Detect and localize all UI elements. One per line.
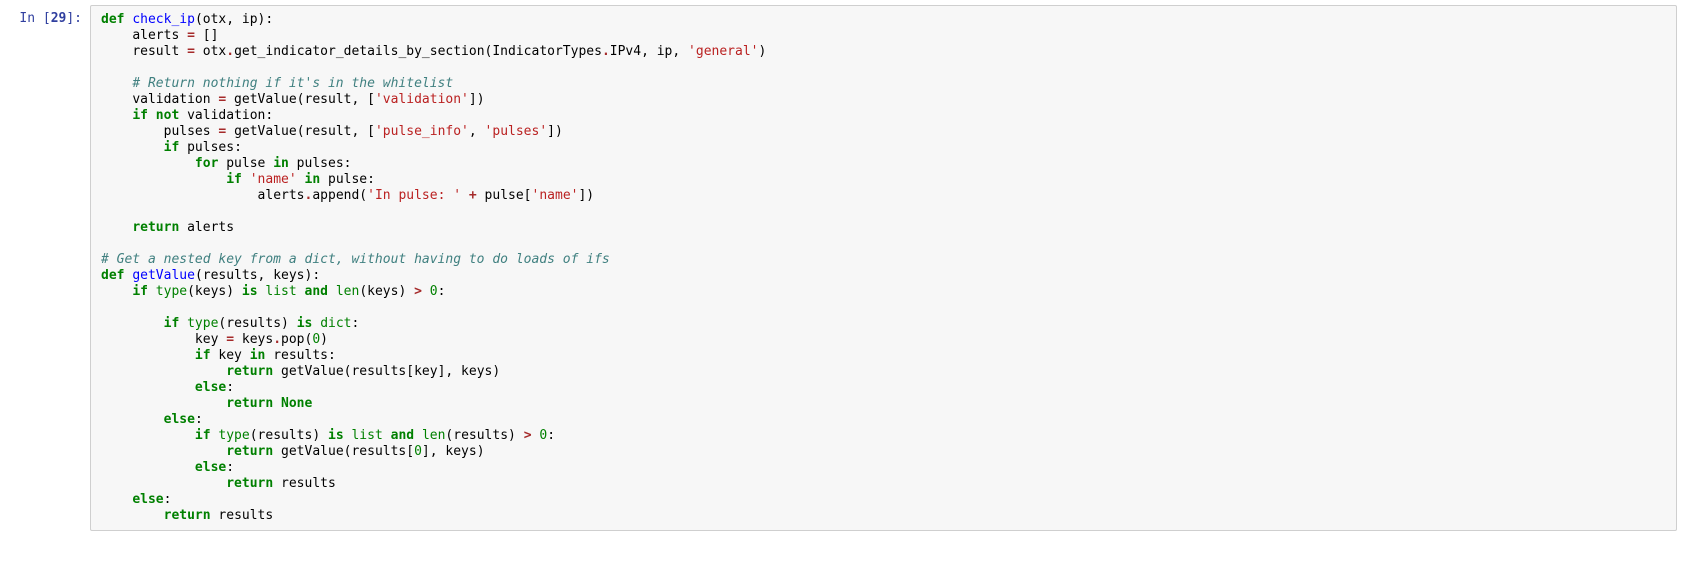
- prompt-bracket-open: [: [43, 11, 51, 26]
- code-line: # Return nothing if it's in the whitelis…: [101, 76, 453, 91]
- code-line: key = keys.pop(0): [101, 332, 328, 347]
- code-line: else:: [101, 412, 203, 427]
- code-line: def getValue(results, keys):: [101, 268, 320, 283]
- input-prompt: In [29]:: [5, 5, 90, 531]
- code-line: return results: [101, 476, 336, 491]
- code-line: return getValue(results[0], keys): [101, 444, 485, 459]
- code-line: alerts = []: [101, 28, 218, 43]
- code-line: alerts.append('In pulse: ' + pulse['name…: [101, 188, 594, 203]
- code-line: validation = getValue(result, ['validati…: [101, 92, 485, 107]
- prompt-number: 29: [51, 11, 67, 26]
- code-line: if key in results:: [101, 348, 336, 363]
- code-line: else:: [101, 380, 234, 395]
- code-line: pulses = getValue(result, ['pulse_info',…: [101, 124, 563, 139]
- prompt-in-label: In: [19, 11, 42, 26]
- code-line: return results: [101, 508, 273, 523]
- code-line: else:: [101, 492, 171, 507]
- code-line: for pulse in pulses:: [101, 156, 351, 171]
- code-line: return alerts: [101, 220, 234, 235]
- code-line: if type(results) is list and len(results…: [101, 428, 555, 443]
- notebook-cell: In [29]: def check_ip(otx, ip): alerts =…: [0, 0, 1682, 536]
- code-input-area[interactable]: def check_ip(otx, ip): alerts = [] resul…: [90, 5, 1677, 531]
- code-line: def check_ip(otx, ip):: [101, 12, 273, 27]
- code-line: result = otx.get_indicator_details_by_se…: [101, 44, 766, 59]
- code-content[interactable]: def check_ip(otx, ip): alerts = [] resul…: [101, 12, 1670, 524]
- code-line: return None: [101, 396, 312, 411]
- code-line: else:: [101, 460, 234, 475]
- code-line: if not validation:: [101, 108, 273, 123]
- code-line: # Get a nested key from a dict, without …: [101, 252, 610, 267]
- prompt-bracket-close: ]:: [66, 11, 82, 26]
- code-line: return getValue(results[key], keys): [101, 364, 500, 379]
- code-line: if 'name' in pulse:: [101, 172, 375, 187]
- code-line: if pulses:: [101, 140, 242, 155]
- code-line: if type(keys) is list and len(keys) > 0:: [101, 284, 445, 299]
- code-line: if type(results) is dict:: [101, 316, 359, 331]
